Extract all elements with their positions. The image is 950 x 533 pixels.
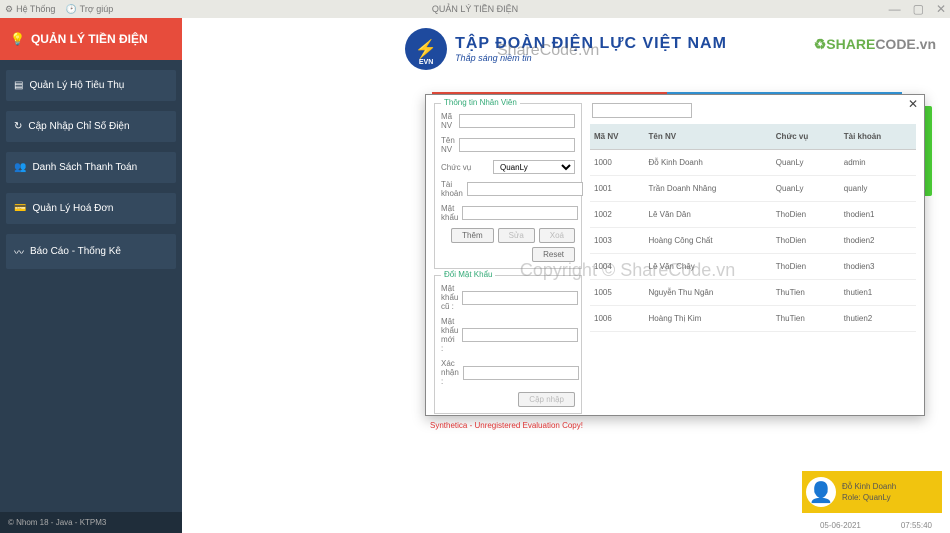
input-search[interactable] (592, 103, 692, 118)
table-row[interactable]: 1000Đỗ Kinh DoanhQuanLyadmin (590, 150, 916, 176)
table-row[interactable]: 1006Hoàng Thị KimThuTienthutien2 (590, 306, 916, 332)
document-icon: ▤ (14, 80, 23, 91)
th-chuc-vu[interactable]: Chức vụ (772, 124, 840, 150)
menu-hethong[interactable]: ⚙ Hệ Thống (5, 4, 55, 15)
chart-icon: 〰 (14, 244, 24, 259)
input-mk-moi[interactable] (462, 328, 578, 342)
input-xac-nhan[interactable] (463, 366, 579, 380)
refresh-icon: ↻ (14, 121, 22, 132)
label-chuc-vu: Chức vụ (441, 163, 489, 172)
sidebar-footer: © Nhom 18 - Java - KTPM3 (0, 512, 182, 533)
titlebar: ⚙ Hệ Thống 🕑 Trợ giúp QUẢN LÝ TIỀN ĐIỆN … (0, 0, 950, 18)
gear-icon: ⚙ (5, 4, 13, 15)
label-xac-nhan: Xác nhận : (441, 359, 459, 386)
clock-icon: 🕑 (65, 4, 76, 15)
table-row[interactable]: 1001Trần Doanh NhângQuanLyquanly (590, 176, 916, 202)
user-role: Role: QuanLy (842, 493, 896, 502)
modal-close-button[interactable]: ✕ (908, 97, 918, 111)
user-card: 👤 Đỗ Kinh Doanh Role: QuanLy (802, 471, 942, 513)
label-ma-nv: Mã NV (441, 112, 455, 130)
btn-xoa[interactable]: Xoá (539, 228, 575, 243)
watermark-top: ShareCode.vn (497, 42, 599, 60)
eval-note: Synthetica - Unregistered Evaluation Cop… (430, 421, 583, 430)
table-row[interactable]: 1003Hoàng Công ChấtThoDienthodien2 (590, 228, 916, 254)
sidebar: 💡 QUẢN LÝ TIỀN ĐIỆN ▤Quản Lý Hộ Tiêu Thụ… (0, 18, 182, 533)
minimize-button[interactable]: — (889, 2, 901, 16)
status-date: 05-06-2021 (820, 521, 861, 530)
menu-trogiup[interactable]: 🕑 Trợ giúp (65, 4, 113, 15)
modal-nhan-vien: ✕ Thông tin Nhân Viên Mã NV Tên NV Chức … (425, 94, 925, 416)
lightbulb-icon: 💡 (10, 32, 25, 46)
input-tai-khoan[interactable] (467, 182, 583, 196)
input-mk-cu[interactable] (462, 291, 578, 305)
th-tai-khoan[interactable]: Tài khoản (840, 124, 916, 150)
label-tai-khoan: Tài khoản (441, 180, 463, 198)
legend-thong-tin: Thông tin Nhân Viên (441, 98, 520, 107)
legend-doi-mk: Đổi Mật Khẩu (441, 270, 495, 279)
btn-cap-nhap[interactable]: Cập nhập (518, 392, 575, 407)
sidebar-item-thanh-toan[interactable]: 👥Danh Sách Thanh Toán (6, 152, 176, 183)
status-bar: 05-06-2021 07:55:40 (810, 518, 942, 533)
sidebar-item-bao-cao[interactable]: 〰Báo Cáo - Thống Kê (6, 234, 176, 269)
sidebar-item-ho-tieu-thu[interactable]: ▤Quản Lý Hộ Tiêu Thụ (6, 70, 176, 101)
table-nhan-vien: Mã NV Tên NV Chức vụ Tài khoản 1000Đỗ Ki… (590, 124, 916, 332)
label-mk-moi: Mật khẩu mới : (441, 317, 458, 353)
btn-sua[interactable]: Sửa (498, 228, 535, 243)
card-icon: 💳 (14, 203, 26, 214)
fieldset-thong-tin-nv: Thông tin Nhân Viên Mã NV Tên NV Chức vụ… (434, 103, 582, 269)
window-title: QUẢN LÝ TIỀN ĐIỆN (432, 4, 518, 14)
maximize-button[interactable]: ▢ (913, 2, 924, 16)
sidebar-item-chi-so-dien[interactable]: ↻Cập Nhập Chỉ Số Điện (6, 111, 176, 142)
label-mk-cu: Mật khẩu cũ : (441, 284, 458, 311)
table-row[interactable]: 1002Lê Văn DânThoDienthodien1 (590, 202, 916, 228)
avatar-icon: 👤 (806, 477, 836, 507)
sidebar-item-hoa-don[interactable]: 💳Quản Lý Hoá Đơn (6, 193, 176, 224)
input-mat-khau[interactable] (462, 206, 578, 220)
evn-logo-icon: ⚡ (405, 28, 447, 70)
user-name: Đỗ Kinh Doanh (842, 482, 896, 491)
btn-them[interactable]: Thêm (451, 228, 493, 243)
people-icon: 👥 (14, 162, 26, 173)
th-ma-nv[interactable]: Mã NV (590, 124, 645, 150)
input-ma-nv[interactable] (459, 114, 575, 128)
label-mat-khau: Mật khẩu (441, 204, 458, 222)
table-row[interactable]: 1005Nguyễn Thu NgânThuTienthutien1 (590, 280, 916, 306)
label-ten-nv: Tên NV (441, 136, 455, 154)
btn-reset[interactable]: Reset (532, 247, 575, 262)
status-time: 07:55:40 (901, 521, 932, 530)
close-button[interactable]: ✕ (936, 2, 946, 16)
th-ten-nv[interactable]: Tên NV (645, 124, 772, 150)
fieldset-doi-mk: Đổi Mật Khẩu Mật khẩu cũ : Mật khẩu mới … (434, 275, 582, 414)
table-row[interactable]: 1004Lê Văn ChâyThoDienthodien3 (590, 254, 916, 280)
input-ten-nv[interactable] (459, 138, 575, 152)
content-area: ♻SHARECODE.vn ⚡ TẬP ĐOÀN ĐIỆN LỰC VIỆT N… (182, 18, 950, 533)
select-chuc-vu[interactable]: QuanLy (493, 160, 575, 174)
sidebar-header: 💡 QUẢN LÝ TIỀN ĐIỆN (0, 18, 182, 60)
